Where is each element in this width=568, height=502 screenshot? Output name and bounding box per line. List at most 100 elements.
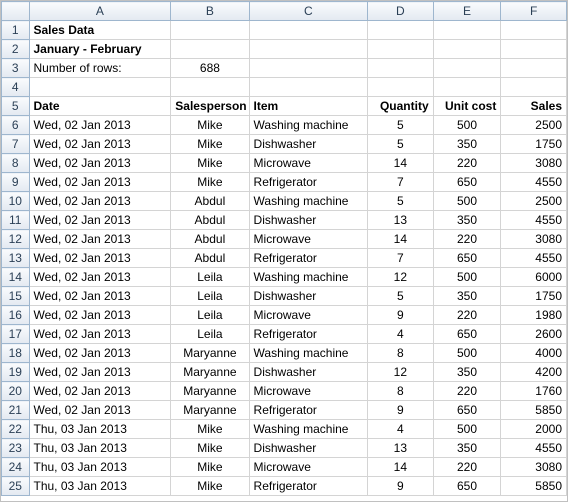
cell-salesperson[interactable]: Mike (171, 154, 249, 173)
row-header[interactable]: 21 (2, 401, 30, 420)
cell-quantity[interactable]: 9 (368, 306, 434, 325)
cell-date[interactable]: Wed, 02 Jan 2013 (29, 230, 171, 249)
cell-unitcost[interactable]: 500 (433, 420, 501, 439)
cell-date[interactable]: Wed, 02 Jan 2013 (29, 173, 171, 192)
header-salesperson[interactable]: Salesperson (171, 97, 249, 116)
cell-unitcost[interactable]: 220 (433, 306, 501, 325)
cell-quantity[interactable]: 12 (368, 268, 434, 287)
cell-salesperson[interactable]: Leila (171, 306, 249, 325)
cell-sales[interactable]: 3080 (501, 230, 567, 249)
row-header[interactable]: 11 (2, 211, 30, 230)
cell-quantity[interactable]: 8 (368, 382, 434, 401)
row-header[interactable]: 3 (2, 59, 30, 78)
cell-unitcost[interactable]: 500 (433, 116, 501, 135)
cell[interactable] (433, 59, 501, 78)
cell[interactable] (501, 40, 567, 59)
cell-date[interactable]: Wed, 02 Jan 2013 (29, 135, 171, 154)
cell[interactable] (249, 40, 368, 59)
cell-sales[interactable]: 3080 (501, 154, 567, 173)
cell-item[interactable]: Microwave (249, 382, 368, 401)
cell-item[interactable]: Refrigerator (249, 173, 368, 192)
cell-sales[interactable]: 2500 (501, 192, 567, 211)
cell-title[interactable]: Sales Data (29, 21, 171, 40)
cell-sales[interactable]: 2500 (501, 116, 567, 135)
cell-item[interactable]: Refrigerator (249, 401, 368, 420)
cell-date[interactable]: Wed, 02 Jan 2013 (29, 211, 171, 230)
cell-unitcost[interactable]: 350 (433, 135, 501, 154)
cell-unitcost[interactable]: 650 (433, 325, 501, 344)
cell-item[interactable]: Dishwasher (249, 363, 368, 382)
cell[interactable] (249, 59, 368, 78)
cell-salesperson[interactable]: Maryanne (171, 344, 249, 363)
cell-quantity[interactable]: 13 (368, 211, 434, 230)
cell-quantity[interactable]: 14 (368, 458, 434, 477)
cell-date[interactable]: Wed, 02 Jan 2013 (29, 287, 171, 306)
cell[interactable] (501, 59, 567, 78)
cell-unitcost[interactable]: 500 (433, 268, 501, 287)
cell-salesperson[interactable]: Maryanne (171, 401, 249, 420)
cell-salesperson[interactable]: Mike (171, 477, 249, 496)
cell-quantity[interactable]: 12 (368, 363, 434, 382)
cell-unitcost[interactable]: 220 (433, 230, 501, 249)
cell-item[interactable]: Washing machine (249, 116, 368, 135)
cell-quantity[interactable]: 5 (368, 192, 434, 211)
cell-unitcost[interactable]: 650 (433, 477, 501, 496)
cell-quantity[interactable]: 4 (368, 420, 434, 439)
cell-date[interactable]: Thu, 03 Jan 2013 (29, 477, 171, 496)
cell-date[interactable]: Wed, 02 Jan 2013 (29, 306, 171, 325)
cell-unitcost[interactable]: 650 (433, 401, 501, 420)
cell[interactable] (171, 40, 249, 59)
cell-salesperson[interactable]: Abdul (171, 230, 249, 249)
cell-salesperson[interactable]: Mike (171, 173, 249, 192)
cell-sales[interactable]: 3080 (501, 458, 567, 477)
cell-quantity[interactable]: 5 (368, 135, 434, 154)
cell-salesperson[interactable]: Mike (171, 420, 249, 439)
cell-unitcost[interactable]: 220 (433, 458, 501, 477)
select-all-corner[interactable] (2, 2, 30, 21)
cell-sales[interactable]: 6000 (501, 268, 567, 287)
cell-item[interactable]: Dishwasher (249, 439, 368, 458)
cell-item[interactable]: Washing machine (249, 192, 368, 211)
cell-quantity[interactable]: 14 (368, 230, 434, 249)
row-header[interactable]: 9 (2, 173, 30, 192)
col-header-B[interactable]: B (171, 2, 249, 21)
row-header[interactable]: 18 (2, 344, 30, 363)
cell-quantity[interactable]: 5 (368, 287, 434, 306)
cell[interactable] (433, 40, 501, 59)
cell-item[interactable]: Washing machine (249, 268, 368, 287)
cell-subtitle[interactable]: January - February (29, 40, 171, 59)
cell-salesperson[interactable]: Mike (171, 135, 249, 154)
cell-salesperson[interactable]: Leila (171, 268, 249, 287)
cell[interactable] (368, 78, 434, 97)
cell-salesperson[interactable]: Abdul (171, 249, 249, 268)
cell-item[interactable]: Washing machine (249, 344, 368, 363)
cell-sales[interactable]: 2000 (501, 420, 567, 439)
cell-date[interactable]: Wed, 02 Jan 2013 (29, 325, 171, 344)
cell-item[interactable]: Microwave (249, 230, 368, 249)
cell-date[interactable]: Wed, 02 Jan 2013 (29, 154, 171, 173)
row-header[interactable]: 5 (2, 97, 30, 116)
cell-quantity[interactable]: 14 (368, 154, 434, 173)
cell-sales[interactable]: 4550 (501, 439, 567, 458)
cell-date[interactable]: Thu, 03 Jan 2013 (29, 439, 171, 458)
cell-quantity[interactable]: 5 (368, 116, 434, 135)
cell-unitcost[interactable]: 350 (433, 287, 501, 306)
cell[interactable] (501, 78, 567, 97)
cell-sales[interactable]: 1980 (501, 306, 567, 325)
cell[interactable] (368, 59, 434, 78)
cell-item[interactable]: Refrigerator (249, 249, 368, 268)
cell-date[interactable]: Wed, 02 Jan 2013 (29, 268, 171, 287)
header-unitcost[interactable]: Unit cost (433, 97, 501, 116)
cell-quantity[interactable]: 9 (368, 477, 434, 496)
row-header[interactable]: 10 (2, 192, 30, 211)
cell-salesperson[interactable]: Mike (171, 439, 249, 458)
cell-rowcount-label[interactable]: Number of rows: (29, 59, 171, 78)
cell[interactable] (433, 21, 501, 40)
cell-unitcost[interactable]: 350 (433, 211, 501, 230)
cell[interactable] (29, 78, 171, 97)
cell-date[interactable]: Wed, 02 Jan 2013 (29, 344, 171, 363)
cell-date[interactable]: Wed, 02 Jan 2013 (29, 249, 171, 268)
cell-unitcost[interactable]: 220 (433, 382, 501, 401)
cell-salesperson[interactable]: Abdul (171, 211, 249, 230)
col-header-C[interactable]: C (249, 2, 368, 21)
